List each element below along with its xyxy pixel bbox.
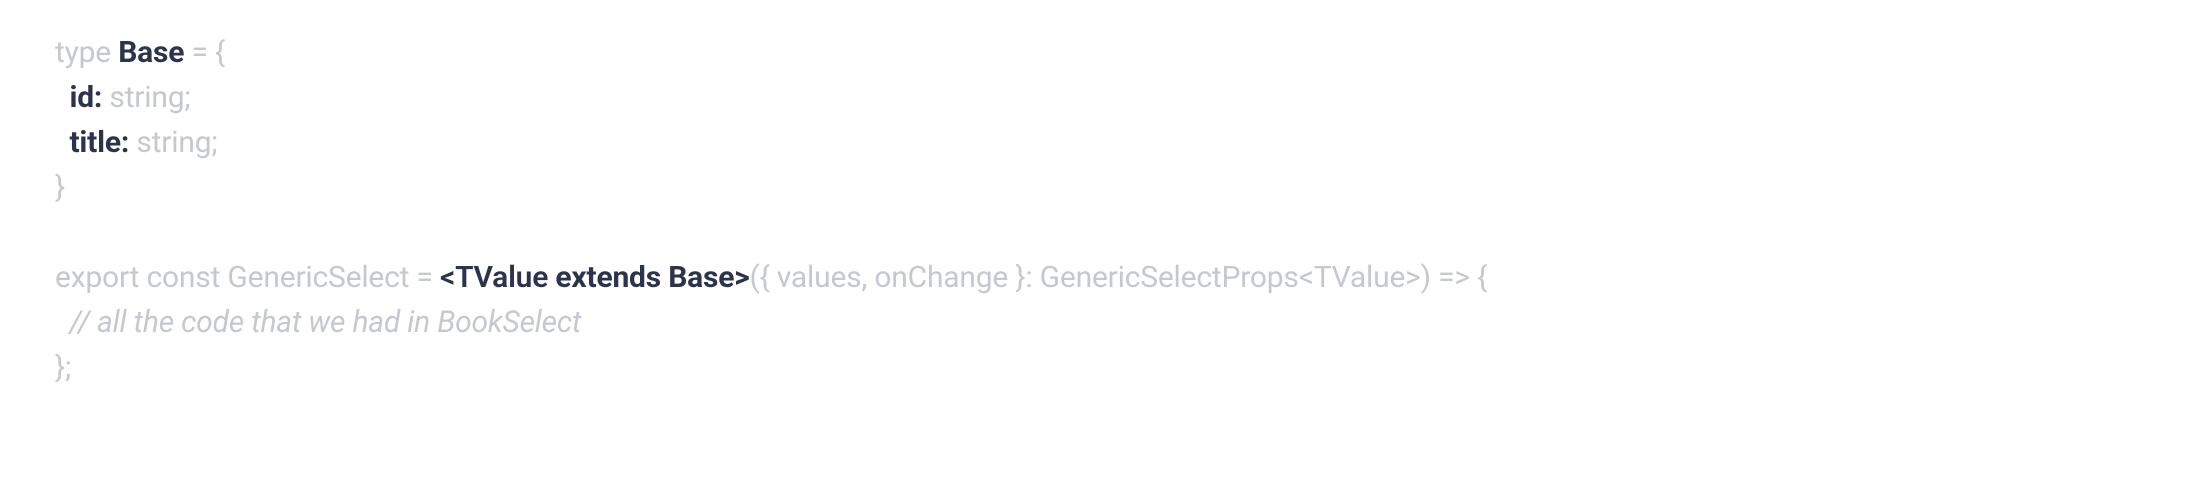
code-line-1: type Base = { — [55, 30, 2145, 75]
code-snippet: type Base = { id: string; title: string;… — [55, 30, 2145, 390]
type-name-base: Base — [118, 35, 184, 70]
prop-id: id: — [69, 80, 102, 115]
indent — [55, 80, 69, 115]
comment: // all the code that we had in BookSelec… — [69, 305, 581, 340]
export-const: export const GenericSelect = — [55, 260, 440, 295]
indent — [55, 125, 69, 160]
code-line-3: title: string; — [55, 120, 2145, 165]
function-signature: ({ values, onChange }: GenericSelectProp… — [750, 260, 1488, 295]
keyword-type: type — [55, 35, 118, 70]
prop-title: title: — [69, 125, 129, 160]
brace-open: = { — [184, 35, 225, 70]
type-string: string; — [102, 80, 190, 115]
brace-close: } — [55, 170, 65, 205]
code-line-6: export const GenericSelect = <TValue ext… — [55, 255, 2145, 300]
indent — [55, 305, 69, 340]
code-line-5 — [55, 210, 2145, 255]
code-line-7: // all the code that we had in BookSelec… — [55, 300, 2145, 345]
generic-open: <TValue — [440, 260, 555, 295]
code-line-8: }; — [55, 345, 2145, 390]
closing-brace: }; — [55, 350, 71, 385]
code-line-2: id: string; — [55, 75, 2145, 120]
type-string: string; — [129, 125, 217, 160]
extends-base: extends Base> — [555, 260, 749, 295]
code-line-4: } — [55, 165, 2145, 210]
